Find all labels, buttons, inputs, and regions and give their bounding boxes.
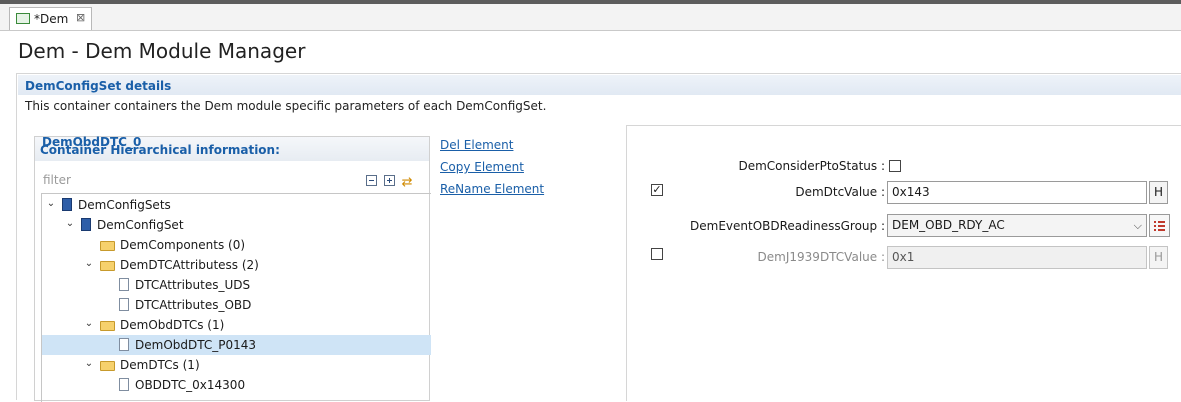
tree-row[interactable]: DTCAttributes_OBD (42, 295, 431, 315)
tree-row[interactable]: ⌄ DemConfigSets (42, 195, 431, 215)
expand-toggle-icon[interactable]: ⌄ (65, 218, 75, 229)
section-description: This container containers the Dem module… (25, 99, 547, 113)
readiness-group-select[interactable]: DEM_OBD_RDY_AC ⌵ (887, 214, 1147, 237)
sync-icon[interactable]: ⇄ (402, 176, 413, 189)
consider-pto-checkbox[interactable] (889, 160, 901, 172)
collapse-all-icon[interactable] (366, 175, 377, 186)
container-tree: ⌄ DemConfigSets ⌄ DemConfigSet DemComponents… (41, 193, 431, 402)
section-title[interactable]: DemConfigSet details (25, 79, 171, 93)
list-edit-icon[interactable] (1149, 214, 1170, 237)
details-title: DemObdDTC_0 (42, 135, 142, 149)
expand-toggle-icon[interactable]: ⌄ (46, 198, 56, 209)
expand-toggle-icon[interactable]: ⌄ (84, 318, 94, 329)
tree-row[interactable]: ⌄ DemDTCAttributess (2) (42, 255, 431, 275)
consider-pto-label: DemConsiderPtoStatus : (738, 159, 885, 173)
expand-all-icon[interactable] (383, 175, 395, 186)
expand-toggle-icon[interactable]: ⌄ (84, 258, 94, 269)
j1939-label: DemJ1939DTCValue : (757, 250, 885, 264)
document-icon (119, 338, 129, 351)
dtc-value-hex-button[interactable]: H (1149, 181, 1168, 204)
editor-tab-bar: *Dem ⊠ (0, 4, 1181, 31)
chevron-down-icon[interactable]: ⌵ (1134, 215, 1142, 236)
tree-row-label: DemConfigSets (78, 198, 171, 212)
folder-icon (100, 321, 115, 331)
tree-row[interactable]: DemComponents (0) (42, 235, 431, 255)
tree-row-label: DTCAttributes_OBD (135, 298, 252, 312)
document-icon (119, 298, 129, 311)
module-icon (81, 218, 91, 231)
config-set-section: DemConfigSet details This container cont… (16, 73, 1181, 402)
tree-row[interactable]: ⌄ DemConfigSet (42, 215, 431, 235)
del-element-link[interactable]: Del Element (440, 138, 513, 152)
dtc-value-label: DemDtcValue : (795, 185, 885, 199)
tree-row-label: DemDTCs (1) (120, 358, 200, 372)
tree-row-label: DemObdDTCs (1) (120, 318, 225, 332)
tab-label: *Dem (34, 12, 69, 26)
folder-icon (100, 361, 115, 371)
readiness-group-value: DEM_OBD_RDY_AC (892, 218, 1005, 232)
tree-row-label: DTCAttributes_UDS (135, 278, 251, 292)
tree-row-label: DemComponents (0) (120, 238, 246, 252)
copy-element-link[interactable]: Copy Element (440, 160, 524, 174)
tree-row[interactable]: DemObdDTC_P0143 (42, 335, 431, 355)
folder-icon (100, 241, 115, 251)
module-icon (62, 198, 72, 211)
j1939-field[interactable]: 0x1 (887, 246, 1147, 269)
tree-row-label: DemObdDTC_P0143 (135, 338, 257, 352)
hierarchy-panel: Container Hierarchical information: filt… (34, 136, 431, 402)
folder-icon (100, 261, 115, 271)
editor-icon (16, 13, 30, 24)
page-title: Dem - Dem Module Manager (18, 39, 306, 63)
tree-row[interactable]: OBDDTC_0x14300 (42, 375, 431, 395)
expand-toggle-icon[interactable]: ⌄ (84, 358, 94, 369)
filter-input[interactable]: filter (43, 173, 71, 187)
tree-toolbar: ⇄ (366, 175, 413, 189)
readiness-group-label: DemEventOBDReadinessGroup : (690, 219, 885, 233)
rename-element-link[interactable]: ReName Element (440, 182, 544, 196)
section-header: DemConfigSet details (18, 75, 1181, 95)
document-icon (119, 378, 129, 391)
tree-row-label: DemConfigSet (97, 218, 184, 232)
j1939-hex-button[interactable]: H (1149, 246, 1168, 269)
document-icon (119, 278, 129, 291)
tree-row[interactable]: DTCAttributes_UDS (42, 275, 431, 295)
tree-row[interactable]: ⌄ DemObdDTCs (1) (42, 315, 431, 335)
close-tab-icon[interactable]: ⊠ (76, 11, 85, 24)
dtc-value-field[interactable]: 0x143 (887, 181, 1147, 204)
editor-tab-dem[interactable]: *Dem ⊠ (9, 7, 92, 30)
page-header: Dem - Dem Module Manager (0, 31, 1181, 71)
tree-row-label: DemDTCAttributess (2) (120, 258, 259, 272)
tree-row[interactable]: ⌄ DemDTCs (1) (42, 355, 431, 375)
tree-row-label: OBDDTC_0x14300 (135, 378, 246, 392)
